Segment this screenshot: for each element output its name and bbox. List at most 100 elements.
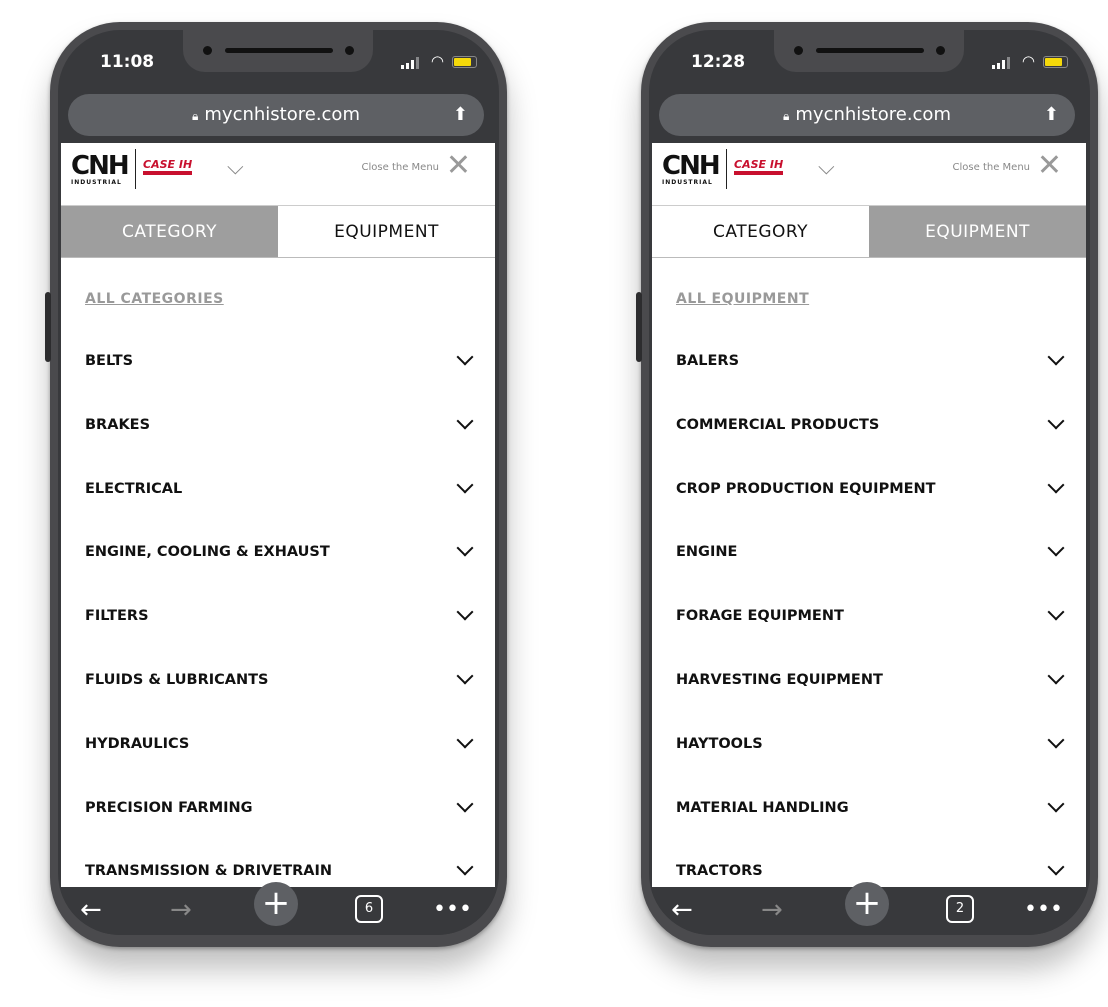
back-icon[interactable]: ← bbox=[671, 895, 693, 925]
menu-item[interactable]: ENGINE bbox=[676, 539, 1065, 564]
battery-icon bbox=[452, 56, 477, 68]
close-icon[interactable]: ✕ bbox=[1037, 151, 1062, 181]
address-bar[interactable]: 🔒︎ mycnhistore.com ⬆︎ bbox=[659, 94, 1075, 136]
menu-item-label: TRACTORS bbox=[676, 863, 763, 880]
menu-item[interactable]: COMMERCIAL PRODUCTS bbox=[676, 412, 1065, 437]
menu-item[interactable]: ELECTRICAL bbox=[85, 476, 474, 501]
menu-item[interactable]: BRAKES bbox=[85, 412, 474, 437]
chevron-down-icon[interactable] bbox=[1047, 667, 1065, 685]
tab-equipment[interactable]: EQUIPMENT bbox=[869, 206, 1086, 257]
chevron-down-icon[interactable] bbox=[456, 412, 474, 430]
lock-icon: 🔒︎ bbox=[783, 109, 790, 123]
menu-item-label: HYDRAULICS bbox=[85, 735, 190, 752]
menu-item[interactable]: FILTERS bbox=[85, 603, 474, 628]
lock-icon: 🔒︎ bbox=[192, 109, 199, 123]
menu-item-label: BRAKES bbox=[85, 416, 151, 433]
menu-item[interactable]: TRACTORS bbox=[676, 858, 1065, 883]
status-time: 12:28 bbox=[691, 52, 746, 72]
new-tab-icon[interactable]: + bbox=[845, 882, 889, 926]
menu-item[interactable]: CROP PRODUCTION EQUIPMENT bbox=[676, 476, 1065, 501]
menu-item[interactable]: HAYTOOLS bbox=[676, 731, 1065, 756]
chevron-down-icon[interactable] bbox=[1047, 731, 1065, 749]
menu-item[interactable]: HYDRAULICS bbox=[85, 731, 474, 756]
chevron-down-icon[interactable] bbox=[1047, 795, 1065, 813]
tab-equipment[interactable]: EQUIPMENT bbox=[278, 206, 495, 257]
menu-item-label: FILTERS bbox=[85, 608, 149, 625]
cnh-logo[interactable]: CNH INDUSTRIAL bbox=[662, 153, 721, 187]
menu-item[interactable]: HARVESTING EQUIPMENT bbox=[676, 667, 1065, 692]
chevron-down-icon[interactable] bbox=[1047, 539, 1065, 557]
notch bbox=[183, 30, 373, 72]
chevron-down-icon[interactable] bbox=[456, 667, 474, 685]
chevron-down-icon[interactable] bbox=[456, 858, 474, 876]
menu-item-label: FORAGE EQUIPMENT bbox=[676, 608, 844, 625]
menu-item-label: ENGINE, COOLING & EXHAUST bbox=[85, 544, 330, 561]
browser-toolbar: ← → + 2 ••• bbox=[649, 882, 1090, 935]
tabs-count-button[interactable]: 2 bbox=[946, 895, 974, 923]
chevron-down-icon[interactable] bbox=[456, 476, 474, 494]
menu-item-label: FLUIDS & LUBRICANTS bbox=[85, 672, 269, 688]
notch bbox=[774, 30, 964, 72]
menu-item[interactable]: BELTS bbox=[85, 348, 474, 373]
tab-category[interactable]: CATEGORY bbox=[652, 206, 869, 257]
menu-item[interactable]: FLUIDS & LUBRICANTS bbox=[85, 667, 474, 692]
wifi-icon: ◠ bbox=[430, 52, 444, 70]
chevron-down-icon[interactable] bbox=[1047, 476, 1065, 494]
close-icon[interactable]: ✕ bbox=[446, 151, 471, 181]
close-menu-label[interactable]: Close the Menu bbox=[953, 162, 1030, 173]
brand-dropdown-chevron-icon[interactable]: ⌵ bbox=[818, 155, 838, 180]
chevron-down-icon[interactable] bbox=[1047, 603, 1065, 621]
menu-item[interactable]: PRECISION FARMING bbox=[85, 795, 474, 820]
back-icon[interactable]: ← bbox=[80, 895, 102, 925]
url-text: mycnhistore.com bbox=[795, 104, 951, 125]
menu-tabs: CATEGORY EQUIPMENT bbox=[652, 206, 1086, 258]
tab-category[interactable]: CATEGORY bbox=[61, 206, 278, 257]
chevron-down-icon[interactable] bbox=[1047, 348, 1065, 366]
forward-icon[interactable]: → bbox=[170, 895, 192, 925]
case-ih-logo: CASE IH bbox=[734, 159, 784, 175]
browser-toolbar: ← → + 6 ••• bbox=[58, 882, 499, 935]
menu-item-label: CROP PRODUCTION EQUIPMENT bbox=[676, 480, 936, 497]
close-menu-label[interactable]: Close the Menu bbox=[362, 162, 439, 173]
url-text: mycnhistore.com bbox=[204, 104, 360, 125]
all-link[interactable]: ALL CATEGORIES bbox=[85, 291, 224, 307]
more-icon[interactable]: ••• bbox=[433, 895, 472, 925]
menu-item[interactable]: ENGINE, COOLING & EXHAUST bbox=[85, 539, 474, 564]
menu-item-label: ELECTRICAL bbox=[85, 480, 183, 497]
menu-item-label: MATERIAL HANDLING bbox=[676, 799, 849, 816]
wifi-icon: ◠ bbox=[1021, 52, 1035, 70]
cnh-logo[interactable]: CNH INDUSTRIAL bbox=[71, 153, 130, 187]
new-tab-icon[interactable]: + bbox=[254, 882, 298, 926]
menu-item[interactable]: BALERS bbox=[676, 348, 1065, 373]
more-icon[interactable]: ••• bbox=[1024, 895, 1063, 925]
case-ih-logo: CASE IH bbox=[143, 159, 193, 175]
menu-item-label: TRANSMISSION & DRIVETRAIN bbox=[85, 863, 333, 880]
chevron-down-icon[interactable] bbox=[456, 348, 474, 366]
chevron-down-icon[interactable] bbox=[1047, 412, 1065, 430]
battery-icon bbox=[1043, 56, 1068, 68]
share-icon[interactable]: ⬆︎ bbox=[453, 94, 468, 136]
menu-item-label: HAYTOOLS bbox=[676, 735, 763, 752]
chevron-down-icon[interactable] bbox=[456, 731, 474, 749]
chevron-down-icon[interactable] bbox=[456, 539, 474, 557]
menu-item-label: BALERS bbox=[676, 353, 740, 369]
side-button bbox=[636, 292, 642, 362]
menu-item-label: HARVESTING EQUIPMENT bbox=[676, 672, 883, 688]
menu-item[interactable]: FORAGE EQUIPMENT bbox=[676, 603, 1065, 628]
chevron-down-icon[interactable] bbox=[456, 603, 474, 621]
tabs-count-button[interactable]: 6 bbox=[355, 895, 383, 923]
forward-icon[interactable]: → bbox=[761, 895, 783, 925]
menu-item-label: BELTS bbox=[85, 353, 134, 369]
signal-icon bbox=[401, 57, 419, 69]
address-bar[interactable]: 🔒︎ mycnhistore.com ⬆︎ bbox=[68, 94, 484, 136]
menu-item[interactable]: MATERIAL HANDLING bbox=[676, 795, 1065, 820]
menu-item-label: COMMERCIAL PRODUCTS bbox=[676, 416, 880, 433]
chevron-down-icon[interactable] bbox=[1047, 858, 1065, 876]
phone-frame: 12:28 ◠ 🔒︎ mycnhistore.com ⬆︎ CNH INDUSTRIA… bbox=[636, 22, 1098, 947]
web-page: CNH INDUSTRIAL CASE IH ⌵ Close the Menu ✕… bbox=[61, 143, 495, 887]
share-icon[interactable]: ⬆︎ bbox=[1044, 94, 1059, 136]
brand-dropdown-chevron-icon[interactable]: ⌵ bbox=[227, 155, 247, 180]
all-link[interactable]: ALL EQUIPMENT bbox=[676, 291, 809, 307]
menu-item[interactable]: TRANSMISSION & DRIVETRAIN bbox=[85, 858, 474, 883]
chevron-down-icon[interactable] bbox=[456, 795, 474, 813]
